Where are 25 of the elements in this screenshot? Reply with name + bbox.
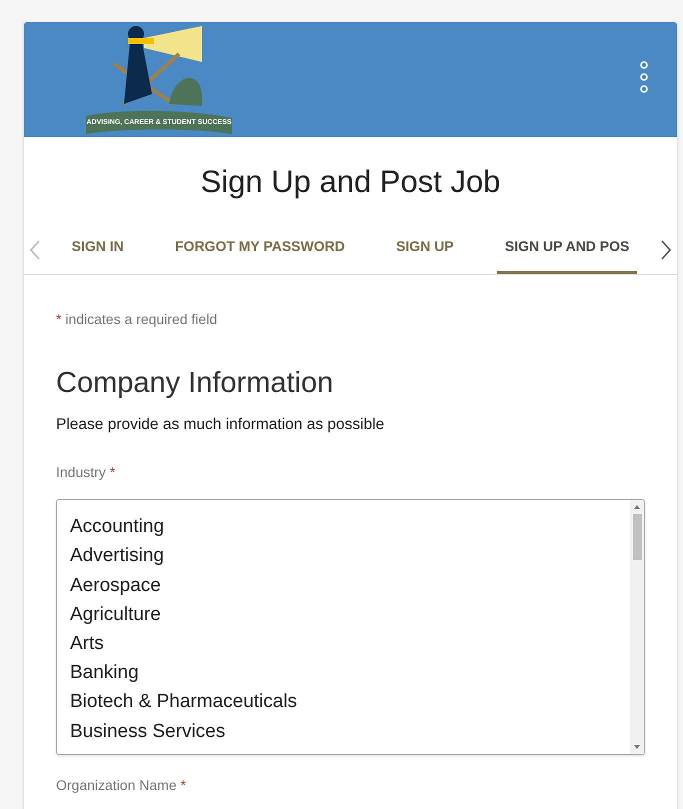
industry-option[interactable]: Arts [70, 629, 617, 658]
more-menu-icon[interactable] [639, 60, 649, 94]
industry-option[interactable]: Banking [70, 658, 617, 688]
section-title: Company Information [56, 366, 334, 400]
industry-listbox[interactable]: Accounting Advertising Aerospace Agriculture Arts Banking Biotech & Pharmaceuticals Business Services [56, 499, 645, 756]
chevron-right-icon [661, 240, 671, 260]
industry-option[interactable]: Aerospace [70, 570, 617, 600]
field-label: Organization Name * [56, 776, 187, 796]
scroll-down-icon[interactable] [633, 744, 641, 750]
scrollbar-thumb[interactable] [632, 514, 642, 560]
page-title: Sign Up and Post Job [200, 163, 502, 201]
industry-option[interactable]: Advertising [70, 541, 617, 571]
section-intro: Please provide as much information as possible [56, 415, 386, 435]
industry-option[interactable]: Accounting [70, 512, 617, 542]
tab[interactable]: SIGN UP [388, 222, 462, 274]
chevron-left-icon [30, 240, 40, 260]
field-label: Industry * [56, 463, 116, 482]
industry-option[interactable]: Agriculture [70, 600, 617, 630]
tab[interactable]: SIGN UP AND POS [496, 222, 638, 274]
industry-option[interactable]: Business Services [70, 716, 617, 746]
scroll-up-icon[interactable] [633, 504, 641, 510]
industry-option[interactable]: Biotech & Pharmaceuticals [70, 687, 617, 717]
required-note: * indicates a required field [56, 310, 218, 329]
tab[interactable]: FORGOT MY PASSWORD [167, 222, 353, 274]
tab[interactable]: SIGN IN [64, 222, 132, 274]
